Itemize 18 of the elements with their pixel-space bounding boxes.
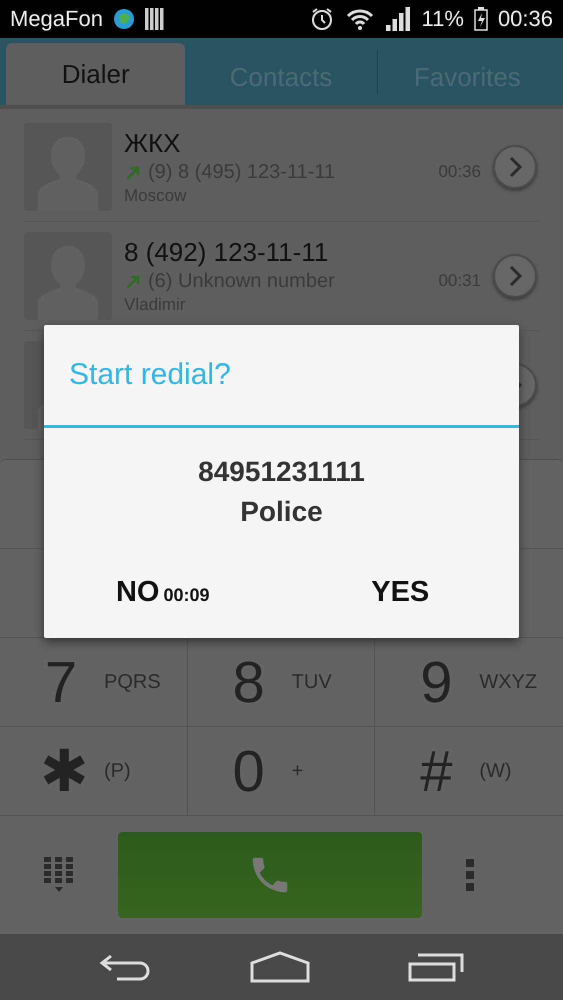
details-button[interactable]	[493, 254, 537, 298]
details-button[interactable]	[493, 145, 537, 189]
storage-icon	[144, 7, 165, 31]
no-button[interactable]: NO 00:09	[44, 562, 282, 638]
contact-name: 8 (492) 123-11-11	[124, 237, 330, 268]
battery-percent: 11%	[422, 6, 464, 32]
phone-number: 84951231111	[198, 456, 365, 488]
alarm-icon	[310, 7, 334, 31]
signal-icon	[386, 7, 412, 31]
yes-button[interactable]: YES	[282, 562, 519, 638]
contact-name: ЖКХ	[124, 128, 182, 159]
battery-charging-icon	[474, 7, 488, 31]
dialog-title: Start redial?	[69, 358, 231, 392]
globe-icon	[112, 8, 135, 30]
contact-name: Police	[240, 496, 323, 528]
carrier-name: MegaFon	[10, 6, 103, 32]
clock-time: 00:36	[498, 6, 553, 32]
tab[interactable]: Dialer	[6, 43, 186, 105]
